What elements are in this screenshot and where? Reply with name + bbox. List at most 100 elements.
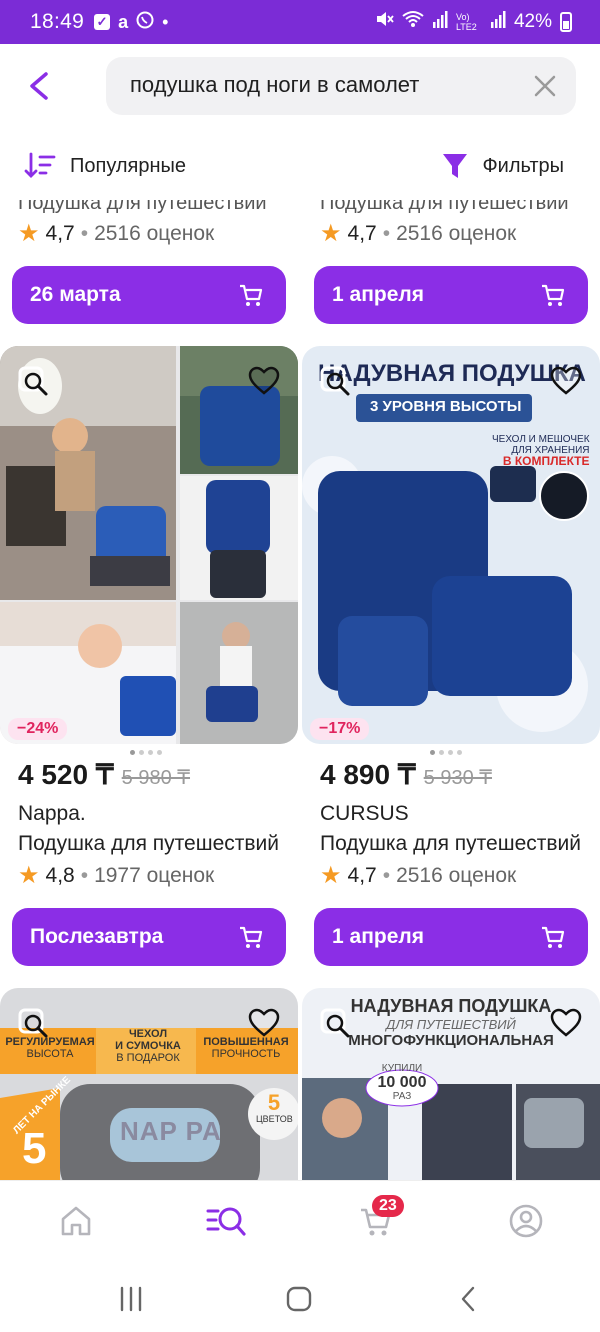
star-icon: ★ xyxy=(18,862,40,889)
rating-value: 4,7 xyxy=(45,222,75,245)
product-image[interactable]: РЕГУЛИРУЕМАЯ ВЫСОТА ЧЕХОЛ И СУМОЧКА В ПО… xyxy=(0,988,298,1180)
product-rating: ★ 4,8 • 1977 оценок xyxy=(18,864,214,888)
image-note-line1: ЧЕХОЛ И МЕШОЧЕК xyxy=(492,434,590,445)
bought-unit: РАЗ xyxy=(392,1091,412,1102)
image-search-icon xyxy=(18,1008,48,1038)
back-arrow-icon xyxy=(30,72,48,100)
separator-dot: • xyxy=(382,864,391,887)
feature-3: ПОВЫШЕННАЯ ПРОЧНОСТЬ xyxy=(196,1036,296,1060)
delivery-date: 1 апреля xyxy=(332,283,424,306)
bought-count: КУПИЛИ 10 000 РАЗ xyxy=(368,1062,436,1104)
image-pagination xyxy=(130,750,162,755)
visual-search-button[interactable] xyxy=(320,1008,352,1040)
favorite-button[interactable] xyxy=(550,366,582,398)
product-rating: ★ 4,7 • 2516 оценок xyxy=(320,222,516,246)
colors-label: ЦВЕТОВ xyxy=(256,1114,293,1124)
product-image[interactable]: −24% xyxy=(0,346,298,744)
cart-count-badge: 23 xyxy=(372,1195,404,1217)
filter-label: Фильтры xyxy=(482,154,564,177)
delivery-date: 26 марта xyxy=(30,283,121,306)
reviews-count: 1977 оценок xyxy=(94,864,215,887)
close-icon xyxy=(534,75,556,97)
discount-badge: −17% xyxy=(310,718,370,740)
favorite-button[interactable] xyxy=(550,1008,582,1040)
reviews-count: 2516 оценок xyxy=(396,864,517,887)
product-image[interactable]: НАДУВНАЯ ПОДУШКА ДЛЯ ПУТЕШЕСТВИЙ МНОГОФУ… xyxy=(302,988,600,1180)
product-image[interactable]: НАДУВНАЯ ПОДУШКА 3 УРОВНЯ ВЫСОТЫ ЧЕХОЛ И… xyxy=(302,346,600,744)
cart-icon xyxy=(542,926,565,948)
status-time: 18:49 xyxy=(30,10,85,33)
clear-search-button[interactable] xyxy=(532,73,558,99)
battery-percent: 42% xyxy=(513,11,552,32)
back-button[interactable] xyxy=(20,66,60,106)
filter-icon xyxy=(443,154,468,178)
image-search-icon xyxy=(320,366,350,396)
image-search-icon xyxy=(18,366,48,396)
search-input[interactable] xyxy=(128,71,512,99)
recent-apps-icon xyxy=(120,1286,142,1312)
visual-search-button[interactable] xyxy=(18,366,50,398)
product-title: Подушка для путешествий xyxy=(320,832,581,855)
back-system-button[interactable] xyxy=(454,1284,484,1314)
search-header xyxy=(0,44,600,140)
home-icon xyxy=(61,1206,91,1236)
add-to-cart-button[interactable]: Послезавтра xyxy=(12,908,286,966)
home-system-icon xyxy=(286,1286,312,1312)
a-notification-icon: a xyxy=(118,11,129,32)
product-title: Подушка для путешествий xyxy=(320,200,569,214)
status-bar: 18:49 ✓ a • Vo) LTE2 42% xyxy=(0,0,600,44)
colors-number: 5 xyxy=(267,1090,281,1115)
reviews-count: 2516 оценок xyxy=(94,222,215,245)
sort-label: Популярные xyxy=(70,154,187,177)
rating-value: 4,7 xyxy=(347,222,377,245)
feature-2-line2: И СУМОЧКА xyxy=(115,1040,181,1052)
home-system-button[interactable] xyxy=(284,1284,314,1314)
whatsapp-icon xyxy=(136,11,154,34)
signal2-icon xyxy=(490,10,506,34)
heart-icon xyxy=(248,1008,280,1037)
feature-1-line1: РЕГУЛИРУЕМАЯ xyxy=(5,1036,95,1048)
add-to-cart-button[interactable]: 1 апреля xyxy=(314,266,588,324)
favorite-button[interactable] xyxy=(248,1008,280,1040)
nav-cart[interactable]: 23 xyxy=(358,1195,404,1239)
current-price: 4 890 ₸ xyxy=(320,759,416,790)
feature-2-line1: ЧЕХОЛ xyxy=(128,1028,168,1040)
feature-3-line1: ПОВЫШЕННАЯ xyxy=(203,1036,289,1048)
sort-icon xyxy=(24,152,56,178)
battery-icon xyxy=(560,12,572,32)
visual-search-button[interactable] xyxy=(18,1008,50,1040)
product-title: Подушка для путешествий xyxy=(18,832,279,855)
separator-dot: • xyxy=(80,222,89,245)
sort-button[interactable]: Популярные xyxy=(24,152,186,180)
image-search-icon xyxy=(320,1008,350,1038)
search-box[interactable] xyxy=(106,57,576,115)
heart-icon xyxy=(550,366,582,395)
visual-search-button[interactable] xyxy=(320,366,352,398)
nav-catalog-search[interactable] xyxy=(206,1203,246,1239)
star-icon: ★ xyxy=(320,862,342,889)
add-to-cart-button[interactable]: 1 апреля xyxy=(314,908,588,966)
filter-button[interactable]: Фильтры xyxy=(442,152,564,180)
image-note: ЧЕХОЛ И МЕШОЧЕК ДЛЯ ХРАНЕНИЯ В КОМПЛЕКТЕ xyxy=(492,434,590,467)
brand-name: Nappa. xyxy=(18,802,86,825)
add-to-cart-button[interactable]: 26 марта xyxy=(12,266,286,324)
brand-logo: NAP PA xyxy=(120,1116,222,1146)
recent-apps-button[interactable] xyxy=(116,1284,146,1314)
nav-home[interactable] xyxy=(58,1203,94,1239)
years-number: 5 xyxy=(22,1124,47,1173)
product-rating: ★ 4,7 • 2516 оценок xyxy=(18,222,214,246)
price-row: 4 890 ₸ 5 930 ₸ xyxy=(320,758,492,791)
back-system-icon xyxy=(461,1286,475,1312)
nav-profile[interactable] xyxy=(508,1203,544,1239)
old-price: 5 930 ₸ xyxy=(423,767,493,789)
image-note-line3: В КОМПЛЕКТЕ xyxy=(502,454,590,468)
star-icon: ★ xyxy=(18,220,40,247)
cart-icon xyxy=(240,284,263,306)
current-price: 4 520 ₸ xyxy=(18,759,114,790)
star-icon: ★ xyxy=(320,220,342,247)
product-rating: ★ 4,7 • 2516 оценок xyxy=(320,864,516,888)
bought-number: 10 000 xyxy=(377,1074,427,1091)
favorite-button[interactable] xyxy=(248,366,280,398)
image-badge: 3 УРОВНЯ ВЫСОТЫ xyxy=(370,398,522,415)
rating-value: 4,8 xyxy=(45,864,75,887)
